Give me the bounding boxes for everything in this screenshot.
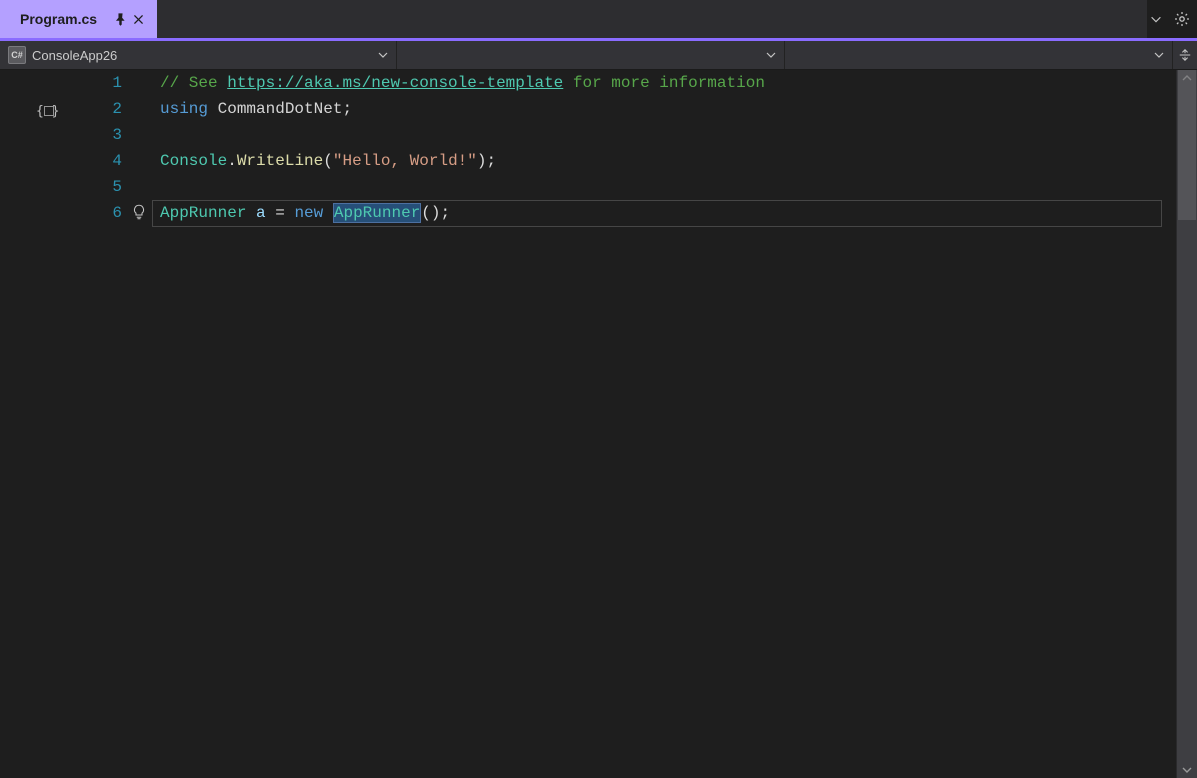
type-dropdown[interactable] bbox=[397, 41, 785, 69]
overflow-menu-icon[interactable] bbox=[1147, 10, 1165, 28]
scope-label: ConsoleApp26 bbox=[32, 48, 117, 63]
line-number: 5 bbox=[32, 174, 122, 200]
code-line: using CommandDotNet; bbox=[160, 96, 1176, 122]
expand-box-icon bbox=[44, 106, 54, 116]
scroll-down-icon[interactable] bbox=[1177, 762, 1197, 778]
chevron-down-icon bbox=[766, 50, 776, 60]
code-line bbox=[160, 174, 1176, 200]
line-number: 6 bbox=[32, 200, 122, 226]
lightbulb-icon[interactable] bbox=[128, 201, 150, 223]
scope-dropdown[interactable]: C# ConsoleApp26 bbox=[0, 41, 397, 69]
vertical-scrollbar[interactable] bbox=[1176, 70, 1197, 778]
scrollbar-thumb[interactable] bbox=[1178, 70, 1196, 220]
tab-strip-actions bbox=[1147, 0, 1197, 38]
tab-strip: Program.cs bbox=[0, 0, 1197, 38]
code-line bbox=[160, 122, 1176, 148]
outline-margin bbox=[0, 70, 32, 778]
editor-window: Program.cs C# ConsoleApp26 bbox=[0, 0, 1197, 778]
pin-icon[interactable] bbox=[111, 10, 129, 28]
chevron-down-icon bbox=[1154, 50, 1164, 60]
navigation-bar: C# ConsoleApp26 bbox=[0, 41, 1197, 70]
chevron-down-icon bbox=[378, 50, 388, 60]
split-editor-icon[interactable] bbox=[1173, 41, 1197, 69]
code-editor[interactable]: { } 1 2 3 4 5 6 // See https://aka.ms/ne… bbox=[0, 70, 1197, 778]
line-number: 3 bbox=[32, 122, 122, 148]
line-number-gutter: 1 2 3 4 5 6 bbox=[32, 70, 132, 778]
code-line: Console.WriteLine("Hello, World!"); bbox=[160, 148, 1176, 174]
file-tab-label: Program.cs bbox=[20, 11, 97, 27]
line-number: 4 bbox=[32, 148, 122, 174]
indicator-margin bbox=[132, 70, 156, 778]
file-tab[interactable]: Program.cs bbox=[0, 0, 157, 38]
csharp-icon: C# bbox=[8, 46, 26, 64]
code-area[interactable]: // See https://aka.ms/new-console-templa… bbox=[156, 70, 1176, 778]
code-line: // See https://aka.ms/new-console-templa… bbox=[160, 70, 1176, 96]
selection: AppRunner bbox=[333, 203, 421, 223]
close-icon[interactable] bbox=[129, 10, 147, 28]
structure-glyph[interactable]: { } bbox=[36, 99, 59, 125]
code-line: AppRunner a = new AppRunner(); bbox=[160, 200, 1176, 226]
gear-icon[interactable] bbox=[1173, 10, 1191, 28]
member-dropdown[interactable] bbox=[785, 41, 1173, 69]
hyperlink[interactable]: https://aka.ms/new-console-template bbox=[227, 74, 563, 92]
line-number: 1 bbox=[32, 70, 122, 96]
